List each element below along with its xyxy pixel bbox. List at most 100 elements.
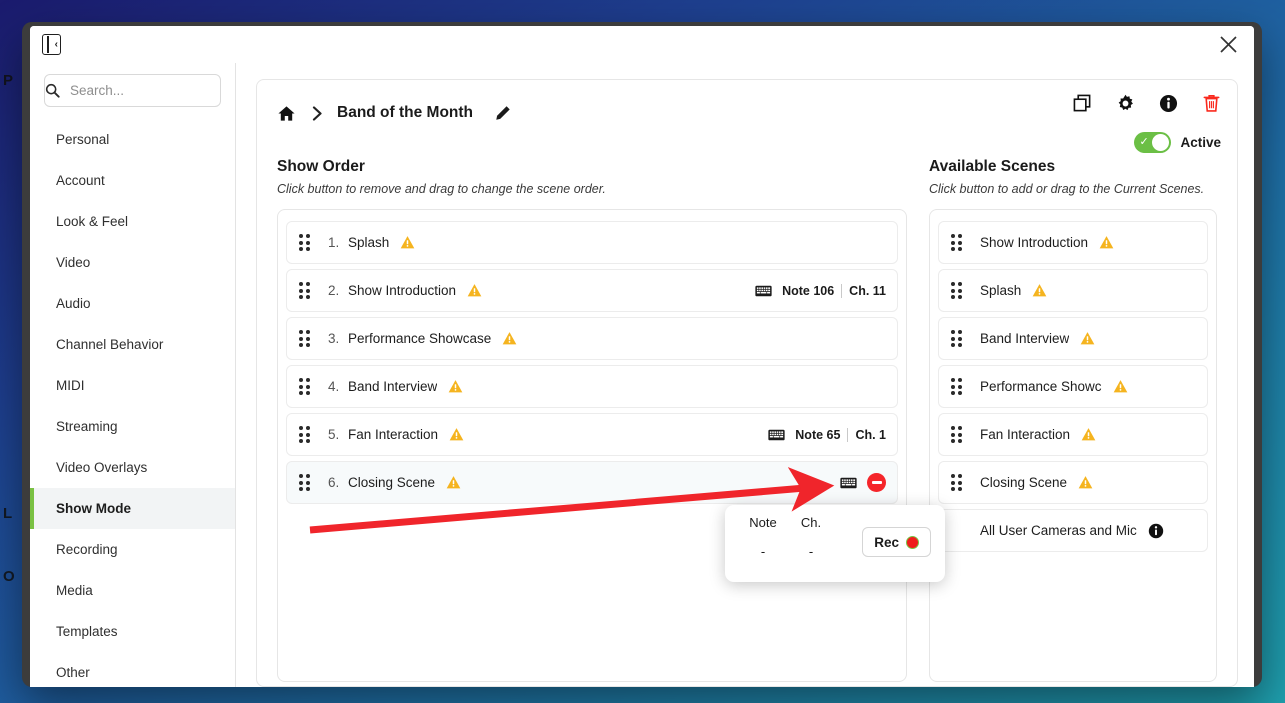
available-scenes-column: Available Scenes Click button to add or … [929, 158, 1217, 686]
drag-handle-icon[interactable] [951, 378, 964, 395]
search-box[interactable] [44, 74, 247, 107]
close-icon[interactable] [1216, 32, 1240, 56]
sidebar-item-label: Look & Feel [56, 214, 129, 229]
available-scene-row[interactable]: Closing Scene [938, 461, 1208, 504]
sidebar-item-personal[interactable]: Personal [30, 119, 235, 160]
row-scene-name: Performance Showc [980, 379, 1102, 394]
midi-keyboard-icon[interactable] [840, 477, 857, 489]
drag-handle-icon[interactable] [299, 282, 312, 299]
home-icon[interactable] [277, 104, 296, 123]
warning-icon [1080, 331, 1095, 346]
row-index: 4. [328, 379, 340, 394]
available-scene-row[interactable]: Band Interview [938, 317, 1208, 360]
settings-sidebar: Personal Account Look & Feel Video Audio Chan… [30, 63, 247, 687]
row-scene-name: Performance Showcase [348, 331, 492, 346]
sidebar-item-label: Audio [56, 296, 91, 311]
page-title: Band of the Month [337, 104, 474, 121]
midi-rec-button[interactable]: Rec [862, 527, 931, 557]
sidebar-item-video[interactable]: Video [30, 242, 235, 283]
sidebar-item-show-mode[interactable]: Show Mode [30, 488, 235, 529]
drag-handle-icon[interactable] [951, 234, 964, 251]
sidebar-item-label: Show Mode [56, 501, 131, 516]
row-note-value: Note 65 [795, 427, 841, 442]
sidebar-item-label: Channel Behavior [56, 337, 164, 352]
drag-handle-icon[interactable] [299, 426, 312, 443]
row-scene-name: Splash [348, 235, 390, 250]
midi-learn-popup: Note - Ch. - Rec [725, 505, 945, 582]
sidebar-item-label: Video Overlays [56, 460, 148, 475]
ghost-label: O [3, 568, 15, 585]
row-channel-value: Ch. 11 [849, 283, 886, 298]
drag-handle-icon[interactable] [951, 330, 964, 347]
panel-collapse-icon[interactable]: ‹ [42, 34, 61, 55]
duplicate-icon[interactable] [1073, 94, 1092, 113]
drag-handle-icon[interactable] [299, 378, 312, 395]
remove-scene-button[interactable] [867, 473, 886, 492]
active-toggle-row: ✓ Active [1134, 132, 1221, 153]
active-toggle[interactable]: ✓ [1134, 132, 1172, 153]
show-order-row[interactable]: 5. Fan Interaction Note 65 Ch. 1 [286, 413, 898, 456]
row-scene-name: Band Interview [980, 331, 1070, 346]
sidebar-item-streaming[interactable]: Streaming [30, 406, 235, 447]
card-action-icons [1073, 94, 1221, 113]
midi-keyboard-icon[interactable] [768, 429, 785, 441]
sidebar-item-look-feel[interactable]: Look & Feel [30, 201, 235, 242]
available-scene-row[interactable]: Performance Showc [938, 365, 1208, 408]
row-scene-name: Fan Interaction [348, 427, 439, 442]
warning-icon [448, 379, 463, 394]
info-icon[interactable] [1159, 94, 1178, 113]
settings-content: Band of the Month ✓ Active Show Order Cl… [236, 63, 1254, 687]
row-index: 6. [328, 475, 340, 490]
pencil-icon[interactable] [495, 105, 511, 121]
show-order-row[interactable]: 2. Show Introduction Note 106 Ch. 11 [286, 269, 898, 312]
record-dot-icon [906, 535, 919, 549]
sidebar-item-account[interactable]: Account [30, 160, 235, 201]
drag-handle-icon[interactable] [299, 330, 312, 347]
available-scene-row[interactable]: Fan Interaction [938, 413, 1208, 456]
warning-icon [446, 475, 461, 490]
drag-handle-icon[interactable] [951, 426, 964, 443]
trash-icon[interactable] [1202, 94, 1221, 113]
warning-icon [1113, 379, 1128, 394]
info-icon[interactable] [1148, 523, 1164, 539]
sidebar-item-audio[interactable]: Audio [30, 283, 235, 324]
row-scene-name: Closing Scene [348, 475, 436, 490]
sidebar-item-channel-behavior[interactable]: Channel Behavior [30, 324, 235, 365]
note-channel-divider [847, 427, 849, 442]
sidebar-item-other[interactable]: Other [30, 652, 235, 687]
sidebar-item-video-overlays[interactable]: Video Overlays [30, 447, 235, 488]
sidebar-item-recording[interactable]: Recording [30, 529, 235, 570]
show-order-row[interactable]: 1. Splash [286, 221, 898, 264]
search-input[interactable] [60, 83, 247, 98]
drag-handle-icon[interactable] [951, 282, 964, 299]
row-scene-name: Band Interview [348, 379, 438, 394]
sidebar-item-templates[interactable]: Templates [30, 611, 235, 652]
show-order-row[interactable]: 3. Performance Showcase [286, 317, 898, 360]
show-order-row[interactable]: 4. Band Interview [286, 365, 898, 408]
midi-keyboard-icon[interactable] [755, 285, 772, 297]
warning-icon [502, 331, 517, 346]
ghost-label: L [3, 505, 13, 522]
available-scene-row[interactable]: Splash [938, 269, 1208, 312]
popup-note-label: Note [749, 515, 777, 530]
sidebar-item-label: Templates [56, 624, 118, 639]
sidebar-item-media[interactable]: Media [30, 570, 235, 611]
row-scene-name: Show Introduction [980, 235, 1089, 250]
show-mode-card: Band of the Month ✓ Active Show Order Cl… [256, 79, 1238, 687]
available-scene-row[interactable]: Show Introduction [938, 221, 1208, 264]
popup-channel-column: Ch. - [787, 515, 835, 559]
drag-handle-icon[interactable] [299, 234, 312, 251]
row-note-value: Note 106 [782, 283, 835, 298]
show-order-row[interactable]: 6. Closing Scene [286, 461, 898, 504]
sidebar-item-midi[interactable]: MIDI [30, 365, 235, 406]
gear-icon[interactable] [1116, 94, 1135, 113]
available-scene-row[interactable]: All User Cameras and Mic [938, 509, 1208, 552]
drag-handle-icon[interactable] [951, 474, 964, 491]
modal-topbar: ‹ [30, 26, 1254, 63]
drag-handle-icon[interactable] [299, 474, 312, 491]
popup-channel-value: - [808, 544, 814, 559]
settings-window: ‹ Personal Account Look & Feel Video Audio Ch… [22, 22, 1262, 687]
show-order-hint: Click button to remove and drag to chang… [277, 182, 606, 196]
popup-note-value: - [760, 544, 766, 559]
warning-icon [1032, 283, 1047, 298]
